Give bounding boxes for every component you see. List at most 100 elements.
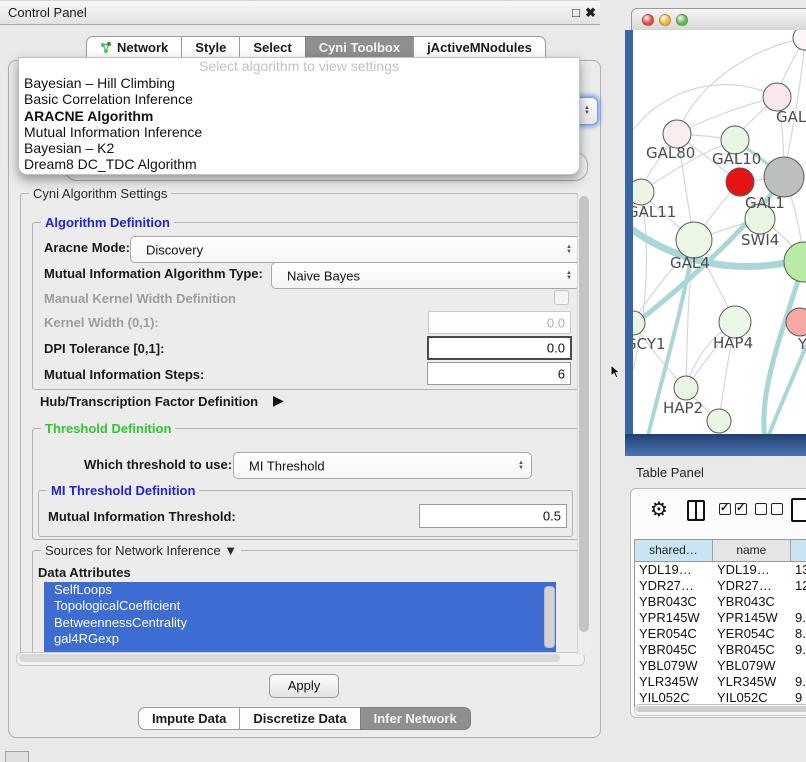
partial-node-bottom[interactable] — [707, 409, 731, 433]
new-table-icon[interactable] — [791, 498, 806, 522]
kernel-width-field[interactable]: 0.0 — [428, 311, 571, 334]
tab-impute-data[interactable]: Impute Data — [138, 707, 240, 730]
data-attributes-list[interactable]: SelfLoopsTopologicalCoefficientBetweenne… — [44, 582, 556, 653]
dropdown-item[interactable]: Bayesian – Hill Climbing — [19, 75, 579, 91]
mi-type-combobox[interactable]: Naive Bayes ▲▼ — [271, 262, 580, 289]
table-cell[interactable]: YBL079W — [635, 658, 713, 674]
apply-button[interactable]: Apply — [269, 674, 339, 698]
column-header-A[interactable]: A — [791, 540, 806, 561]
table-cell[interactable]: YBR043C — [635, 594, 713, 610]
network-edge-thick[interactable] — [633, 226, 806, 266]
green-node[interactable] — [784, 242, 806, 282]
dropdown-item[interactable]: Mutual Information Inference — [19, 124, 579, 140]
vertical-scrollbar-thumb[interactable] — [579, 196, 589, 632]
attribute-item[interactable]: gal4RGexp — [44, 631, 556, 647]
network-canvas[interactable]: GALGAL80GAL10GAL11GAL1SWI4GAL4GCY1HAP4YH… — [633, 30, 806, 434]
table-cell[interactable]: YER054C — [635, 626, 713, 642]
table-cell[interactable] — [791, 658, 806, 674]
table-row[interactable]: YDR27…YDR27…12 — [635, 578, 806, 594]
table-cell[interactable]: YBR045C — [713, 642, 791, 658]
float-window-icon[interactable]: □ — [572, 5, 580, 20]
table-cell[interactable]: 9. — [791, 674, 806, 690]
dropdown-item[interactable]: ARACNE Algorithm — [19, 108, 579, 124]
tab-jactivemnodules[interactable]: jActiveMNodules — [413, 36, 546, 59]
tab-infer-network[interactable]: Infer Network — [360, 707, 471, 730]
deselect-all-icon[interactable] — [755, 502, 787, 520]
table-cell[interactable]: YLR345W — [713, 674, 791, 690]
mi-threshold-field[interactable]: 0.5 — [419, 504, 567, 528]
collapse-arrow-icon[interactable]: ▼ — [224, 543, 237, 558]
gal1-node[interactable] — [726, 168, 754, 196]
minimize-traffic-light[interactable] — [659, 14, 671, 26]
table-cell[interactable]: YDR27… — [635, 578, 713, 594]
expander-arrow-icon[interactable]: ▶ — [273, 392, 284, 409]
table-row[interactable]: YLR345WYLR345W9. — [635, 674, 806, 690]
table-scrollbar-thumb[interactable] — [636, 706, 806, 712]
table-cell[interactable]: YPR145W — [713, 610, 791, 626]
pink-node[interactable] — [763, 83, 791, 111]
table-cell[interactable]: YBL079W — [713, 658, 791, 674]
partial-node-top[interactable] — [793, 30, 806, 50]
select-all-icon[interactable] — [719, 502, 751, 520]
close-traffic-light[interactable] — [642, 14, 654, 26]
table-cell[interactable]: YDR27… — [713, 578, 791, 594]
table-cell[interactable]: 13 — [791, 562, 806, 578]
dropdown-item[interactable]: Dream8 DC_TDC Algorithm — [19, 156, 579, 172]
hap2-node[interactable] — [674, 376, 698, 400]
dpi-tolerance-field[interactable]: 0.0 — [427, 336, 572, 360]
tab-discretize-data[interactable]: Discretize Data — [239, 707, 360, 730]
dropdown-item[interactable]: Basic Correlation Inference — [19, 91, 579, 107]
table-cell[interactable]: YBR043C — [713, 594, 791, 610]
column-header-name[interactable]: name — [713, 540, 791, 561]
split-view-icon[interactable] — [687, 500, 705, 521]
attribute-item[interactable]: BetweennessCentrality — [44, 615, 556, 631]
horizontal-scrollbar-thumb[interactable] — [19, 654, 560, 662]
dropdown-placeholder: Select algorithm to view settings — [19, 58, 579, 75]
network-graph[interactable]: GALGAL80GAL10GAL11GAL1SWI4GAL4GCY1HAP4YH… — [633, 30, 806, 434]
mi-steps-field[interactable]: 6 — [427, 362, 571, 385]
settings-horizontal-scrollbar[interactable] — [16, 652, 585, 666]
attribute-item[interactable]: TopologicalCoefficient — [44, 598, 556, 614]
tab-select[interactable]: Select — [239, 36, 305, 59]
tab-style[interactable]: Style — [181, 36, 240, 59]
close-window-icon[interactable]: ✖ — [585, 5, 596, 21]
network-window-titlebar[interactable] — [631, 8, 806, 32]
table-cell[interactable]: 9. — [791, 642, 806, 658]
settings-vertical-scrollbar[interactable] — [577, 193, 590, 655]
list-scrollbar-thumb[interactable] — [544, 586, 555, 648]
table-row[interactable]: YBR045CYBR045C9. — [635, 642, 806, 658]
gal11-node[interactable] — [633, 179, 654, 205]
aracne-mode-combobox[interactable]: Discovery ▲▼ — [130, 236, 580, 263]
table-row[interactable]: YER054CYER054C8. — [635, 626, 806, 642]
gray-node[interactable] — [764, 157, 804, 197]
table-cell[interactable]: 12 — [791, 578, 806, 594]
zoom-traffic-light[interactable] — [676, 14, 688, 26]
table-cell[interactable]: YER054C — [713, 626, 791, 642]
table-cell[interactable]: 9. — [791, 610, 806, 626]
table-row[interactable]: YBR043CYBR043C — [635, 594, 806, 610]
table-cell[interactable]: 8. — [791, 626, 806, 642]
settings-gear-icon[interactable]: ⚙ — [650, 497, 668, 521]
network-edge[interactable] — [633, 85, 777, 130]
table-cell[interactable] — [791, 594, 806, 610]
hub-expander-label[interactable]: Hub/Transcription Factor Definition — [40, 394, 258, 410]
table-row[interactable]: YBL079WYBL079W — [635, 658, 806, 674]
tab-network[interactable]: Network — [86, 36, 182, 59]
tab-cyni-toolbox[interactable]: Cyni Toolbox — [305, 36, 414, 59]
collapsed-panel-button[interactable] — [5, 751, 29, 762]
node-label: GAL80 — [646, 144, 695, 162]
table-cell[interactable]: YDL19… — [635, 562, 713, 578]
table-horizontal-scrollbar[interactable] — [634, 704, 806, 716]
dropdown-item[interactable]: Bayesian – K2 — [19, 140, 579, 156]
table-cell[interactable]: YDL19… — [713, 562, 791, 578]
table-row[interactable]: YDL19…YDL19…13 — [635, 562, 806, 578]
which-threshold-combobox[interactable]: MI Threshold ▲▼ — [233, 452, 532, 479]
manual-kernel-checkbox[interactable] — [554, 290, 569, 305]
table-cell[interactable]: YBR045C — [635, 642, 713, 658]
table-cell[interactable]: YPR145W — [635, 610, 713, 626]
column-header-shared[interactable]: shared… — [635, 540, 713, 561]
attribute-item[interactable]: SelfLoops — [44, 582, 556, 598]
table-row[interactable]: YPR145WYPR145W9. — [635, 610, 806, 626]
gal4-node[interactable] — [676, 222, 712, 258]
table-cell[interactable]: YLR345W — [635, 674, 713, 690]
